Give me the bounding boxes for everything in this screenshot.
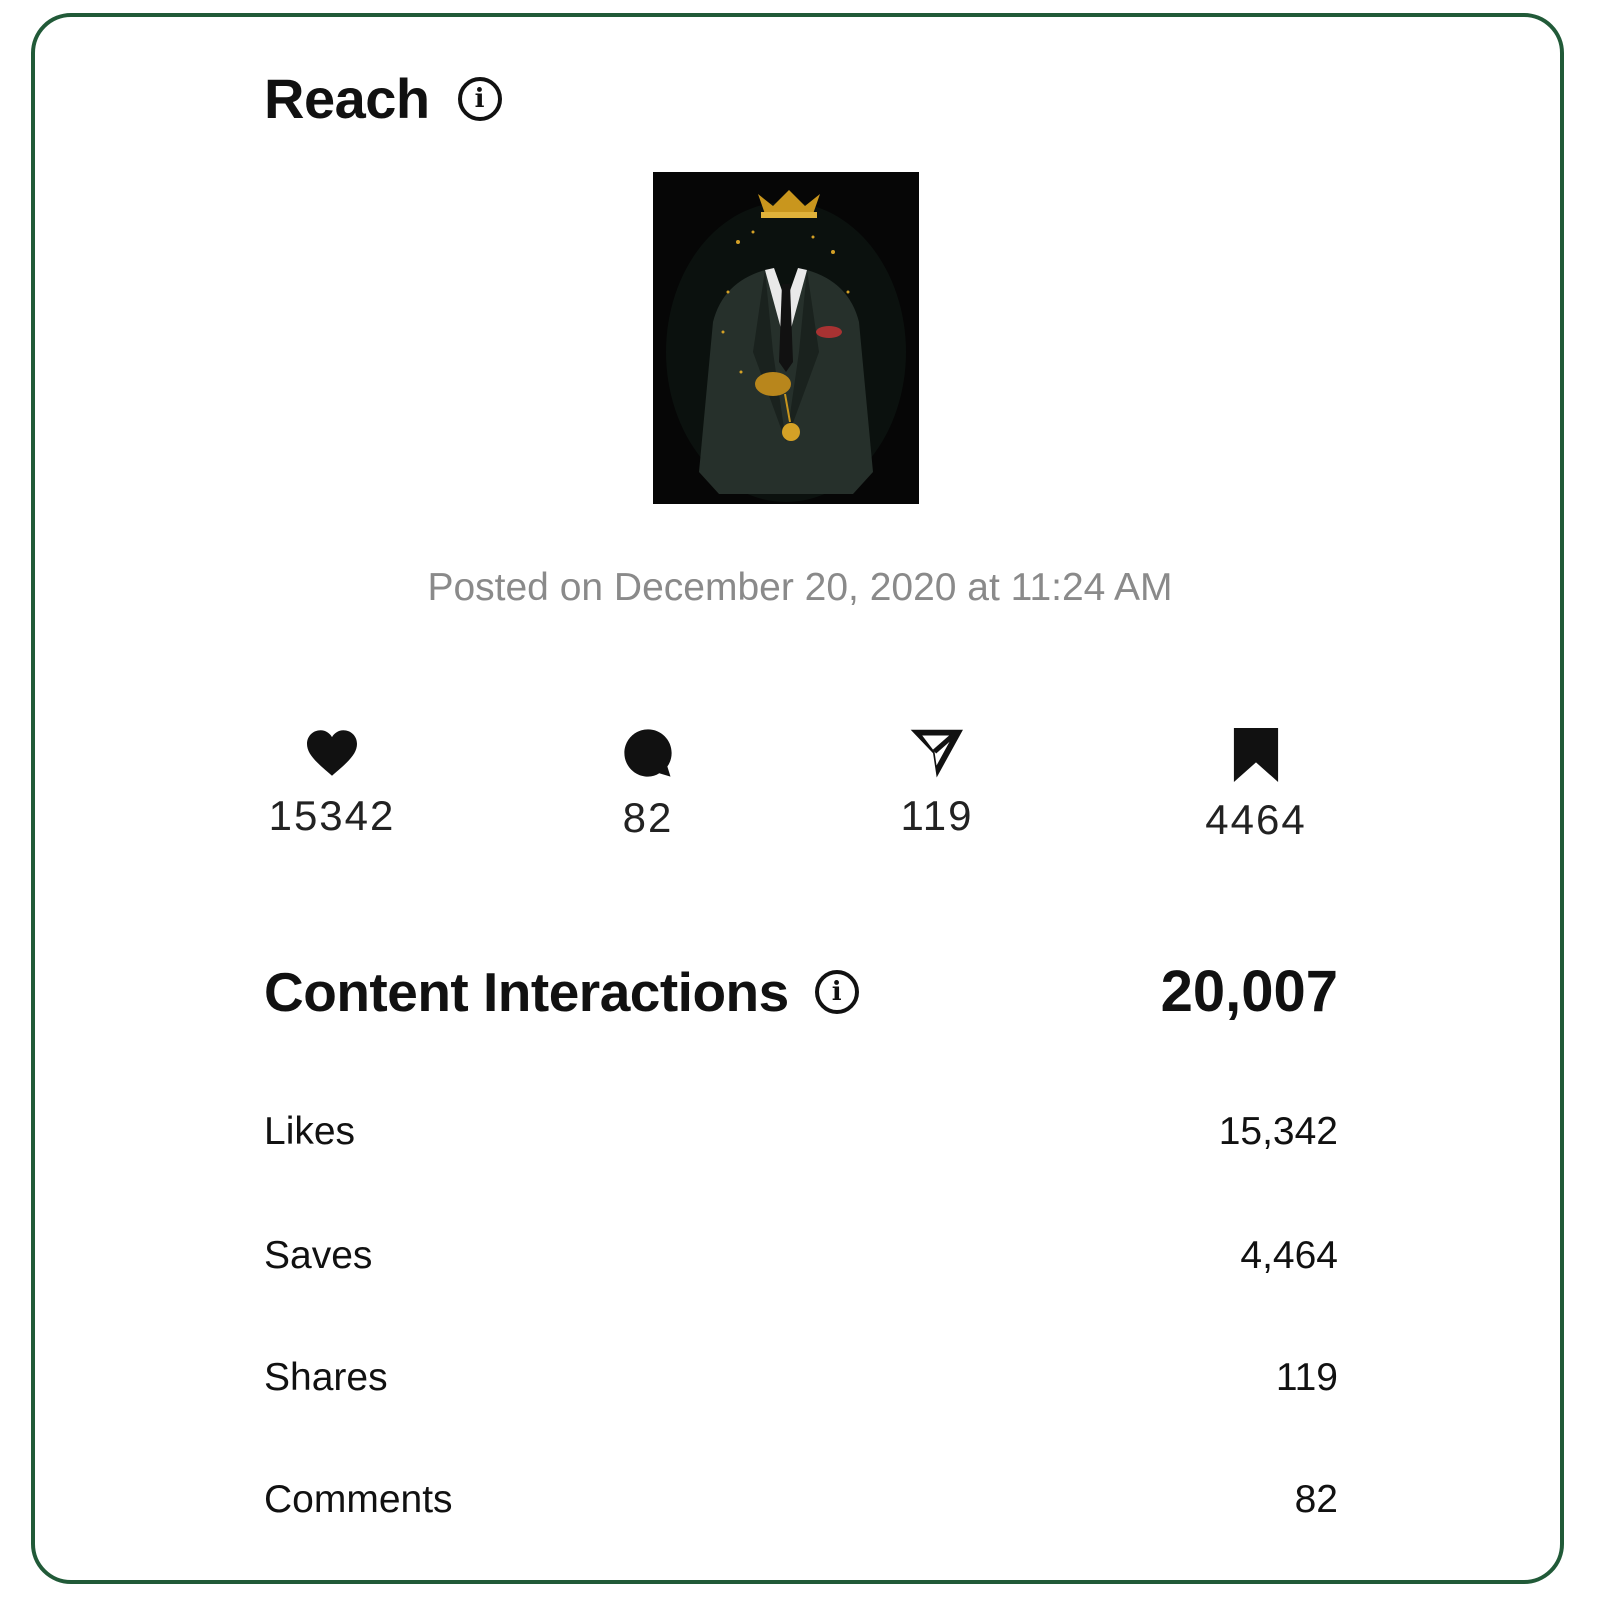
bookmark-icon [1233,728,1279,782]
reach-header: Reach i [264,66,502,131]
breakdown-value: 4,464 [1240,1234,1338,1277]
share-icon [910,729,963,778]
content-interactions-header: Content Interactions i [264,960,859,1024]
breakdown-label: Likes [264,1110,356,1153]
reach-title: Reach [264,67,430,130]
content-interactions-total: 20,007 [1160,959,1338,1024]
stat-shares: 119 [827,728,1047,840]
breakdown-row-comments: Comments 82 [264,1478,1338,1522]
post-thumbnail-artwork [653,172,919,504]
posted-on-timestamp: Posted on December 20, 2020 at 11:24 AM [427,566,1173,609]
breakdown-row-saves: Saves 4,464 [264,1234,1338,1278]
breakdown-value: 119 [1275,1356,1338,1399]
breakdown-value: 15,342 [1218,1110,1338,1153]
breakdown-value: 82 [1294,1478,1338,1521]
shares-count: 119 [900,792,974,839]
stat-saves: 4464 [1146,728,1366,844]
heart-icon [307,730,357,776]
breakdown-label: Saves [264,1234,373,1277]
comments-count: 82 [622,794,674,841]
post-thumbnail[interactable] [653,172,919,504]
content-interactions-title: Content Interactions [264,961,789,1023]
stat-comments: 82 [538,726,758,842]
likes-count: 15342 [268,792,396,839]
breakdown-row-shares: Shares 119 [264,1356,1338,1400]
saves-count: 4464 [1205,796,1307,843]
stat-likes: 15342 [222,728,442,840]
breakdown-label: Comments [264,1478,453,1521]
breakdown-label: Shares [264,1356,388,1399]
breakdown-row-likes: Likes 15,342 [264,1110,1338,1154]
info-icon[interactable]: i [457,76,502,121]
comment-icon [624,729,672,777]
info-icon[interactable]: i [814,970,859,1014]
